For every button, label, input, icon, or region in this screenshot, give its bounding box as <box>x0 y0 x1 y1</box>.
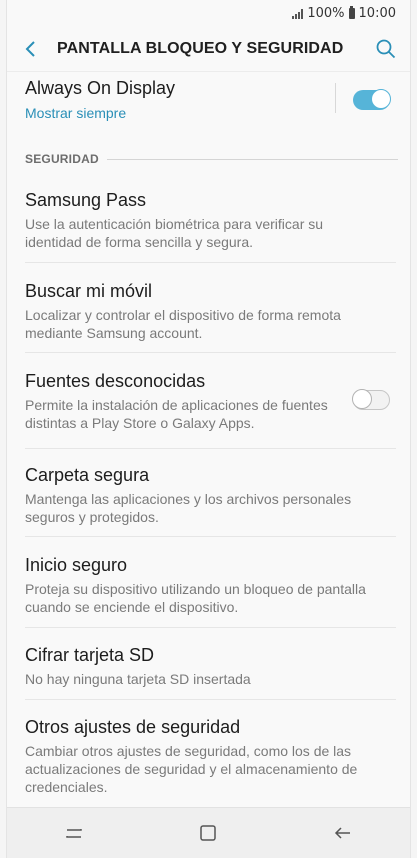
always-on-display-toggle[interactable] <box>353 89 391 110</box>
nav-back-button[interactable] <box>313 811 373 855</box>
item-title: Cifrar tarjeta SD <box>25 645 155 665</box>
navigation-bar <box>7 807 410 858</box>
divider <box>25 448 396 449</box>
item-description: Proteja su dispositivo utilizando un blo… <box>25 581 366 615</box>
list-item-carpeta-segura[interactable]: Carpeta segura Mantenga las aplicaciones… <box>7 465 410 537</box>
list-item-samsung-pass[interactable]: Samsung Pass Use la autenticación biomét… <box>7 190 410 262</box>
item-description: No hay ninguna tarjeta SD insertada <box>25 671 251 687</box>
fuentes-desconocidas-toggle[interactable] <box>352 389 390 410</box>
always-on-display-title: Always On Display <box>25 78 176 98</box>
search-icon <box>376 39 396 59</box>
item-title: Samsung Pass <box>25 190 147 210</box>
battery-icon <box>348 6 355 19</box>
item-description: Permite la instalación de aplicaciones d… <box>25 397 328 431</box>
divider <box>25 536 396 537</box>
list-item-otros-ajustes-seguridad[interactable]: Otros ajustes de seguridad Cambiar otros… <box>7 717 410 807</box>
item-description: Localizar y controlar el dispositivo de … <box>25 307 341 341</box>
toggle-knob <box>352 389 372 409</box>
signal-icon <box>292 8 304 19</box>
list-item-cifrar-tarjeta-sd[interactable]: Cifrar tarjeta SD No hay ninguna tarjeta… <box>7 645 410 695</box>
clock: 10:00 <box>358 6 396 21</box>
recent-apps-icon <box>66 829 82 838</box>
status-bar: 100% 10:00 <box>7 0 410 27</box>
divider <box>25 262 396 263</box>
always-on-display-row[interactable]: Always On Display Mostrar siempre <box>7 78 410 128</box>
home-button[interactable] <box>178 811 238 855</box>
item-title: Carpeta segura <box>25 465 150 485</box>
phone-screen: 100% 10:00 PANTALLA BLOQUEO Y SEGURIDAD … <box>6 0 411 858</box>
list-item-buscar-mi-movil[interactable]: Buscar mi móvil Localizar y controlar el… <box>7 281 410 353</box>
section-divider <box>106 158 398 160</box>
search-button[interactable] <box>364 27 408 71</box>
divider <box>25 699 396 700</box>
item-title: Fuentes desconocidas <box>25 371 206 391</box>
item-title: Otros ajustes de seguridad <box>25 717 241 737</box>
section-header-seguridad: SEGURIDAD <box>25 152 398 166</box>
chevron-left-icon <box>25 41 35 57</box>
divider <box>25 627 396 628</box>
item-description: Mantenga las aplicaciones y los archivos… <box>25 491 352 525</box>
app-bar: PANTALLA BLOQUEO Y SEGURIDAD <box>7 27 410 72</box>
section-label: SEGURIDAD <box>25 152 99 166</box>
home-icon <box>200 825 217 841</box>
item-title: Buscar mi móvil <box>25 281 153 301</box>
item-description: Use la autenticación biométrica para ver… <box>25 216 324 250</box>
divider <box>25 352 396 353</box>
page-title: PANTALLA BLOQUEO Y SEGURIDAD <box>57 40 344 57</box>
back-arrow-icon <box>334 827 350 839</box>
item-description: Cambiar otros ajustes de seguridad, como… <box>25 743 358 795</box>
back-button[interactable] <box>9 27 53 71</box>
list-item-inicio-seguro[interactable]: Inicio seguro Proteja su dispositivo uti… <box>7 555 410 627</box>
always-on-display-subtitle: Mostrar siempre <box>25 105 127 121</box>
row-divider <box>335 83 336 113</box>
recent-apps-button[interactable] <box>44 811 104 855</box>
item-title: Inicio seguro <box>25 555 128 575</box>
toggle-knob <box>371 89 391 109</box>
list-item-fuentes-desconocidas[interactable]: Fuentes desconocidas Permite la instalac… <box>7 371 410 451</box>
battery-percent: 100% <box>307 6 345 21</box>
